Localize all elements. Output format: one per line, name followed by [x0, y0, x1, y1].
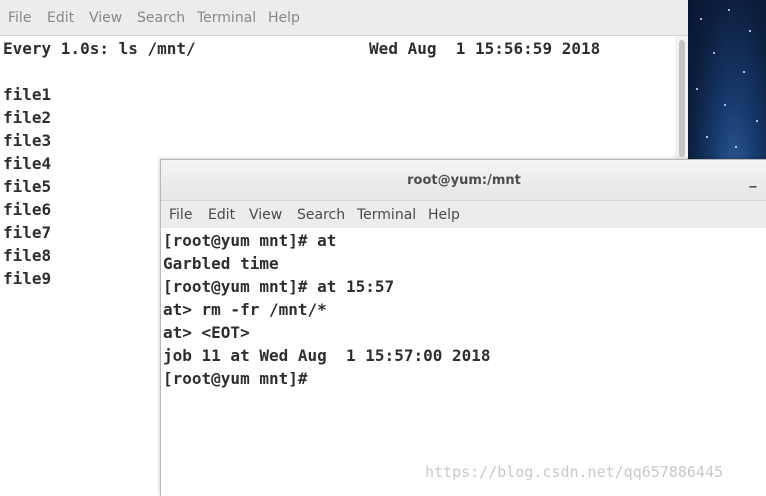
shell-prompt-line: [root@yum mnt]# [163, 369, 308, 388]
bg-menu-edit[interactable]: Edit [47, 0, 74, 35]
bg-menu-terminal[interactable]: Terminal [197, 0, 256, 35]
file-listing-line: file2 [3, 108, 52, 127]
star [735, 146, 737, 148]
fg-menu-terminal[interactable]: Terminal [357, 201, 416, 228]
minimize-icon[interactable]: _ [745, 170, 761, 190]
window-title: root@yum:/mnt [407, 172, 521, 188]
fg-menu-search[interactable]: Search [297, 201, 345, 228]
fg-menu-edit[interactable]: Edit [208, 201, 235, 228]
watermark-url: https://blog.csdn.net/qq657886445 [425, 463, 724, 481]
foreground-terminal-window[interactable]: root@yum:/mnt _ File Edit View Search Te… [160, 159, 766, 496]
desktop-wallpaper [688, 0, 766, 160]
background-menubar: File Edit View Search Terminal Help [0, 0, 688, 36]
background-scrollbar-thumb[interactable] [679, 40, 685, 157]
bg-menu-view[interactable]: View [89, 0, 122, 35]
watch-header-line: Every 1.0s: ls /mnt/ Wed Aug 1 15:56:59 … [3, 39, 601, 58]
foreground-terminal-output[interactable]: [root@yum mnt]# at Garbled time [root@yu… [163, 229, 491, 390]
fg-menu-help[interactable]: Help [428, 201, 460, 228]
at-input-line: at> rm -fr /mnt/* [163, 300, 327, 319]
bg-menu-file[interactable]: File [8, 0, 31, 35]
star [713, 52, 715, 54]
blank-line: ​ [3, 60, 600, 83]
bg-menu-search[interactable]: Search [137, 0, 185, 35]
star [743, 71, 745, 73]
star [756, 120, 758, 122]
foreground-menubar: File Edit View Search Terminal Help [161, 201, 766, 228]
file-listing-line: file1 [3, 85, 52, 104]
shell-prompt-line: [root@yum mnt]# at [163, 231, 337, 250]
star [696, 88, 698, 90]
star [700, 18, 702, 20]
shell-prompt-line: [root@yum mnt]# at 15:57 [163, 277, 395, 296]
error-output-line: Garbled time [163, 254, 279, 273]
star [749, 30, 751, 32]
bg-menu-help[interactable]: Help [268, 0, 300, 35]
fg-menu-file[interactable]: File [169, 201, 192, 228]
file-listing-line: file3 [3, 131, 52, 150]
at-input-line: at> <EOT> [163, 323, 250, 342]
fg-menu-view[interactable]: View [249, 201, 282, 228]
job-scheduled-line: job 11 at Wed Aug 1 15:57:00 2018 [163, 346, 491, 365]
foreground-titlebar[interactable]: root@yum:/mnt _ [161, 160, 766, 201]
star [706, 136, 708, 138]
star [728, 9, 730, 11]
star [724, 104, 726, 106]
